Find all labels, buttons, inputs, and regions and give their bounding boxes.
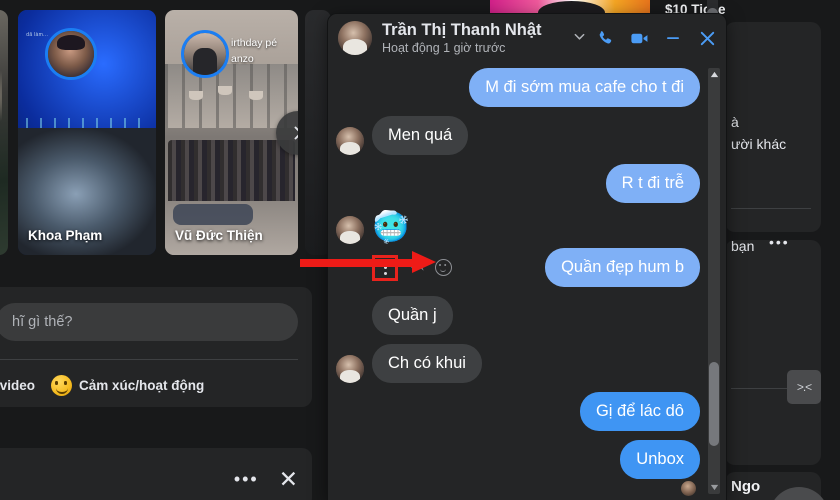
facebook-feed-left: dã làm... KARIK Khoa Phạm irthday pé anz… <box>0 0 331 500</box>
message-bubble-outgoing[interactable]: R t đi trễ <box>605 164 700 203</box>
right-card-text-line2: ười khác <box>731 136 787 152</box>
annotation-arrow <box>198 251 440 274</box>
avatar-image <box>336 127 364 155</box>
chat-message-list[interactable]: M đi sớm mua cafe cho t đi Men quá R t đ… <box>328 62 726 500</box>
message-row: M đi sớm mua cafe cho t đi <box>336 68 700 107</box>
chat-scrollbar-thumb[interactable] <box>709 362 719 446</box>
story-overlay-text-line2: anzo <box>231 53 254 65</box>
story-overlay-badge: KARIK <box>40 171 87 187</box>
avatar-image <box>336 216 364 244</box>
right-feed-card-2: bạn ••• <box>725 234 821 465</box>
story-card-vu-duc-thien[interactable]: irthday pé anzo Vũ Đức Thiện <box>165 10 298 255</box>
video-camera-icon[interactable] <box>628 27 650 49</box>
avatar[interactable] <box>336 355 364 383</box>
right-feed-card-1: à ười khác <box>725 22 821 232</box>
chat-titles: Trần Thị Thanh Nhật Hoạt động 1 giờ trướ… <box>382 21 563 56</box>
chat-header: Trần Thị Thanh Nhật Hoạt động 1 giờ trướ… <box>328 14 726 62</box>
chat-contact-name: Trần Thị Thanh Nhật <box>382 20 542 39</box>
composer-feeling-activity-button[interactable]: Cảm xúc/hoạt động <box>51 374 205 396</box>
avatar[interactable] <box>336 216 364 244</box>
cold-face-emoji-icon[interactable]: 🥶 <box>372 212 409 244</box>
close-icon[interactable] <box>696 27 718 49</box>
story-avatar[interactable] <box>45 28 97 80</box>
seen-receipt-avatar <box>681 481 696 496</box>
story-avatar[interactable] <box>181 30 229 78</box>
message-row: R t đi trễ <box>336 164 700 203</box>
composer-photo-video-label: /video <box>0 377 36 393</box>
brand-ring-icon <box>26 174 41 189</box>
message-bubble-outgoing[interactable]: Unbox <box>620 440 700 479</box>
phone-icon[interactable] <box>594 27 616 49</box>
chat-activity-status: Hoạt động 1 giờ trước <box>382 40 506 55</box>
message-row: Men quá <box>336 116 700 155</box>
stage-light-bars-decor <box>26 117 148 143</box>
annotation-arrow-shaft <box>300 259 418 267</box>
story-author-name: Khoa Phạm <box>28 228 103 243</box>
triangle-up-icon[interactable] <box>708 68 720 81</box>
story-card-khoa-pham[interactable]: dã làm... KARIK Khoa Phạm <box>18 10 156 255</box>
chat-header-actions <box>594 27 718 49</box>
facebook-feed-right: à ười khác bạn ••• >.< Ngo <box>707 0 829 500</box>
composer-photo-video-button[interactable]: /video <box>0 378 35 393</box>
right-card-text-line1: à <box>731 114 739 130</box>
close-icon[interactable]: ✕ <box>279 468 298 491</box>
post-composer-card: hĩ gì thế? /video Cảm xúc/hoạt động <box>0 287 312 407</box>
message-bubble-outgoing[interactable]: Gị để lác dô <box>579 392 700 431</box>
avatar-image <box>184 33 226 75</box>
story-thumbnail <box>0 10 8 255</box>
avatar-image <box>336 355 364 383</box>
more-options-icon[interactable]: ••• <box>769 232 790 253</box>
avatar[interactable] <box>338 21 372 55</box>
chevron-down-icon[interactable] <box>569 26 590 50</box>
avatar-image <box>338 21 372 55</box>
feed-post-card: ••• ✕ <box>0 448 312 500</box>
lamp-decor <box>248 90 263 100</box>
story-overlay-tiny-text: dã làm... <box>26 32 49 39</box>
composer-actions: /video Cảm xúc/hoạt động <box>0 367 302 403</box>
message-bubble-incoming[interactable]: Ch có khui <box>372 344 482 383</box>
stories-carousel: dã làm... KARIK Khoa Phạm irthday pé anz… <box>0 0 331 255</box>
message-bubble-outgoing[interactable]: Quần đẹp hum b <box>545 248 700 287</box>
message-bubble-incoming[interactable]: Quần j <box>372 296 453 335</box>
message-row: 🥶 <box>336 212 700 244</box>
story-author-name: Vũ Đức Thiện <box>175 228 263 243</box>
divider <box>731 208 811 209</box>
message-bubble-outgoing[interactable]: M đi sớm mua cafe cho t đi <box>469 68 700 107</box>
crowd-decor <box>167 139 296 204</box>
composer-input[interactable]: hĩ gì thế? <box>0 303 298 341</box>
message-row: Unbox <box>336 440 700 479</box>
avatar-image <box>48 31 94 77</box>
lamp-decor <box>218 85 233 95</box>
message-row: Quần j <box>336 296 700 335</box>
composer-feeling-activity-label: Cảm xúc/hoạt động <box>79 377 205 393</box>
screenshot-root: dã làm... KARIK Khoa Phạm irthday pé anz… <box>0 0 840 500</box>
more-options-icon[interactable]: ••• <box>234 470 259 488</box>
story-overlay-text-line1: irthday pé <box>231 37 278 49</box>
right-card-text-line3: bạn <box>731 238 755 254</box>
message-row: Ch có khui <box>336 344 700 383</box>
message-row: Gị để lác dô <box>336 392 700 431</box>
annotation-arrow-head <box>412 251 436 273</box>
triangle-down-icon[interactable] <box>708 481 720 494</box>
decor-blob <box>51 142 99 167</box>
minimize-icon[interactable] <box>662 27 684 49</box>
lamp-decor <box>188 90 203 100</box>
right-card-author-name: Ngo <box>731 478 761 495</box>
divider <box>0 359 298 360</box>
sticker-thumbnail[interactable]: >.< <box>787 370 821 404</box>
post-card-tools: ••• ✕ <box>234 468 298 491</box>
message-bubble-incoming[interactable]: Men quá <box>372 116 469 155</box>
chat-scrollbar-track[interactable] <box>708 68 720 494</box>
avatar[interactable] <box>336 127 364 155</box>
story-card-partial-left[interactable] <box>0 10 8 255</box>
smiley-icon <box>51 374 73 396</box>
